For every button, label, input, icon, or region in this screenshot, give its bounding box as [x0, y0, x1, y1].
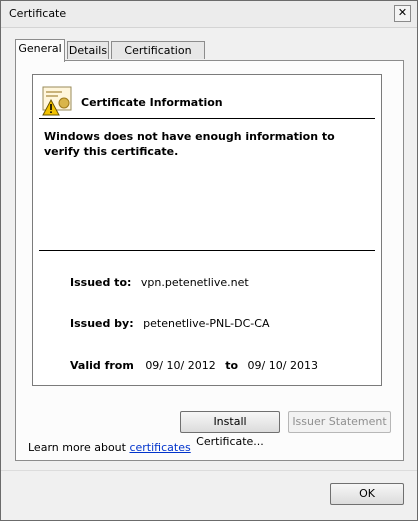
issued-by-label: Issued by: — [70, 317, 134, 330]
tab-certification-path[interactable]: Certification Path — [111, 41, 205, 75]
tab-details[interactable]: Details — [67, 41, 109, 59]
learn-more-text: Learn more about certificates — [28, 441, 191, 454]
valid-to-value: 09/ 10/ 2013 — [247, 359, 318, 372]
valid-to-label: to — [225, 359, 239, 372]
certificate-warning-icon — [42, 86, 72, 116]
issued-to-value: vpn.petenetlive.net — [140, 276, 249, 289]
general-tab-panel: Certificate Information Windows does not… — [15, 60, 404, 461]
issuer-statement-button[interactable]: Issuer Statement — [288, 411, 391, 433]
card-title: Certificate Information — [81, 96, 223, 109]
close-button[interactable]: ✕ — [394, 5, 411, 22]
install-certificate-button[interactable]: Install Certificate... — [180, 411, 280, 448]
tab-general[interactable]: General — [15, 39, 65, 62]
valid-period-row: Valid from 09/ 10/ 2012 to 09/ 10/ 2013 — [70, 359, 318, 372]
warning-message: Windows does not have enough information… — [44, 130, 335, 158]
title-divider — [39, 118, 375, 119]
valid-from-label: Valid from — [70, 359, 134, 372]
bottom-separator — [1, 470, 417, 471]
details-divider — [39, 250, 375, 251]
issued-to-label: Issued to: — [70, 276, 132, 289]
issued-to-row: Issued to: vpn.petenetlive.net — [70, 276, 249, 289]
certificate-information-card: Certificate Information Windows does not… — [32, 74, 382, 386]
learn-more-prefix: Learn more about — [28, 441, 126, 454]
issued-by-value: petenetlive-PNL-DC-CA — [143, 317, 270, 330]
ok-button[interactable]: OK — [330, 483, 404, 505]
valid-from-value: 09/ 10/ 2012 — [145, 359, 216, 372]
certificate-window: Certificate ✕ General Details Certificat… — [0, 0, 418, 521]
issued-by-row: Issued by: petenetlive-PNL-DC-CA — [70, 317, 269, 330]
certificates-link[interactable]: certificates — [129, 441, 190, 454]
title-bar: Certificate ✕ — [1, 1, 417, 28]
window-title: Certificate — [9, 7, 67, 20]
